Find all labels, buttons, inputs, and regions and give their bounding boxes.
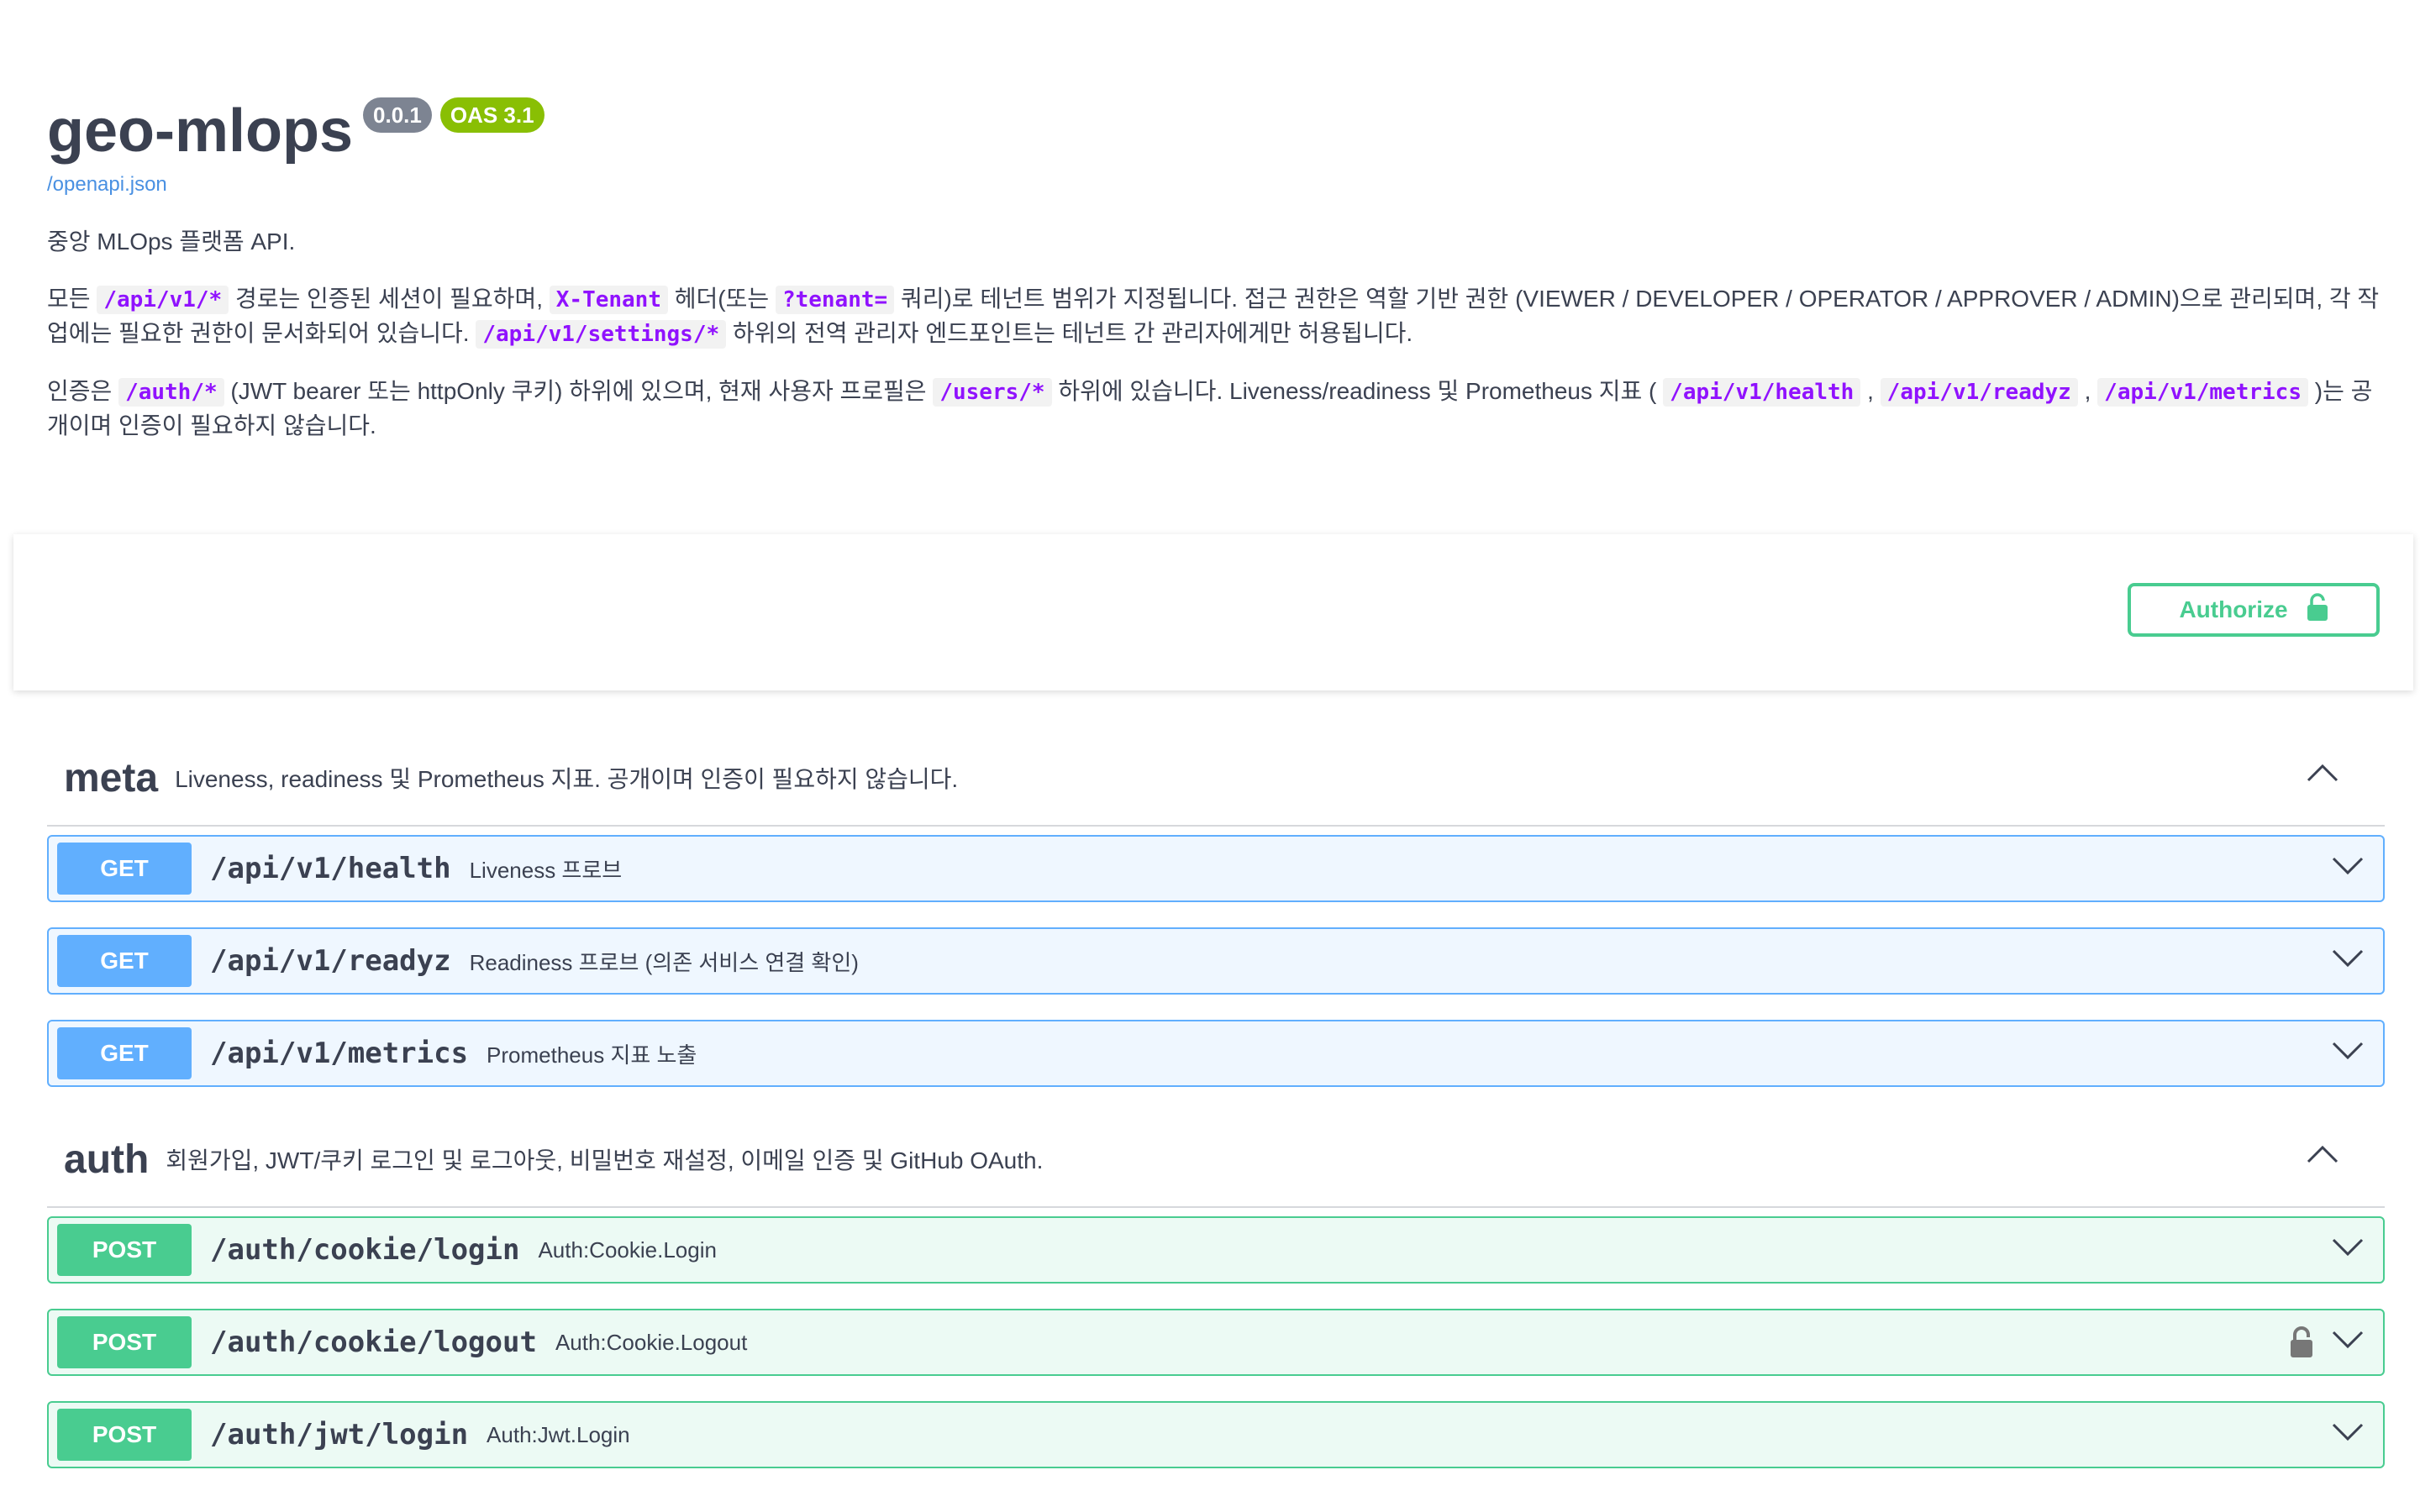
tag-name: meta: [64, 755, 159, 801]
chevron-down-icon[interactable]: [2331, 1329, 2365, 1353]
unlock-icon: [2307, 592, 2328, 627]
method-badge: POST: [57, 1409, 192, 1461]
chevron-down-icon[interactable]: [2331, 1421, 2365, 1446]
method-badge: GET: [57, 935, 192, 987]
tag-section-auth: auth 회원가입, JWT/쿠키 로그인 및 로그아웃, 비밀번호 재설정, 이…: [47, 1112, 2385, 1468]
operation-path: /auth/jwt/login: [210, 1418, 469, 1452]
operation-get-api-v1-health[interactable]: GET/api/v1/health Liveness 프로브: [47, 835, 2385, 902]
method-badge: POST: [57, 1316, 192, 1368]
operation-path: /api/v1/health: [210, 852, 451, 885]
title-row: geo-mlops 0.0.1 OAS 3.1: [47, 84, 2383, 161]
authorize-label: Authorize: [2179, 596, 2288, 622]
description-paragraph-2: 모든 /api/v1/* 경로는 인증된 세션이 필요하며, X-Tenant …: [47, 282, 2383, 351]
method-badge: POST: [57, 1224, 192, 1276]
inline-code: X-Tenant: [549, 286, 668, 314]
operation-path: /api/v1/metrics: [210, 1037, 469, 1070]
description-text: 하위의 전역 관리자 엔드포인트는 테넌트 간 관리자에게만 허용됩니다.: [726, 320, 1413, 346]
chevron-up-icon[interactable]: [2306, 1144, 2339, 1168]
lock-icon[interactable]: [2289, 1326, 2314, 1363]
operation-post-auth-cookie-logout[interactable]: POST/auth/cookie/logout Auth:Cookie.Logou…: [47, 1309, 2385, 1376]
description-text: ,: [1860, 378, 1881, 404]
tag-header-meta[interactable]: meta Liveness, readiness 및 Prometheus 지표.…: [47, 731, 2385, 827]
chevron-up-icon[interactable]: [2306, 763, 2339, 787]
swagger-page: geo-mlops 0.0.1 OAS 3.1 /openapi.json 중앙…: [0, 0, 2420, 1512]
inline-code: /api/v1/readyz: [1880, 378, 2078, 407]
description-text: 헤더(또는: [668, 286, 776, 312]
inline-code: /api/v1/settings/*: [476, 320, 727, 349]
operation-get-api-v1-metrics[interactable]: GET/api/v1/metrics Prometheus 지표 노출: [47, 1020, 2385, 1087]
badges: 0.0.1 OAS 3.1: [363, 97, 553, 133]
authorize-button[interactable]: Authorize: [2128, 583, 2380, 637]
openapi-spec-link[interactable]: /openapi.json: [47, 173, 2383, 197]
operation-path: /auth/cookie/logout: [210, 1326, 537, 1359]
description-text: 경로는 인증된 세션이 필요하며,: [229, 286, 550, 312]
inline-code: /api/v1/metrics: [2097, 378, 2308, 407]
operation-path: /api/v1/readyz: [210, 944, 451, 978]
description-text: 인증은: [47, 378, 119, 404]
scheme-container: Authorize: [13, 534, 2413, 690]
chevron-down-icon[interactable]: [2331, 1236, 2365, 1261]
operation-post-auth-jwt-login[interactable]: POST/auth/jwt/login Auth:Jwt.Login: [47, 1401, 2385, 1468]
chevron-down-icon[interactable]: [2331, 855, 2365, 879]
chevron-down-icon[interactable]: [2331, 1040, 2365, 1064]
operations: meta Liveness, readiness 및 Prometheus 지표.…: [47, 731, 2385, 1494]
tag-name: auth: [64, 1137, 150, 1182]
inline-code: /auth/*: [118, 378, 224, 407]
operation-summary: Auth:Jwt.Login: [487, 1421, 630, 1447]
operation-summary: Auth:Cookie.Logout: [555, 1329, 748, 1355]
operation-summary: Prometheus 지표 노출: [487, 1042, 697, 1068]
operation-path: /auth/cookie/login: [210, 1233, 520, 1267]
operation-summary: Liveness 프로브: [469, 857, 623, 883]
description-text: ,: [2077, 378, 2098, 404]
inline-code: /api/v1/*: [97, 286, 229, 314]
inline-code: /api/v1/health: [1663, 378, 1861, 407]
operation-summary: Readiness 프로브 (의존 서비스 연결 확인): [469, 949, 859, 975]
method-badge: GET: [57, 843, 192, 895]
api-description: 중앙 MLOps 플랫폼 API. 모든 /api/v1/* 경로는 인증된 세…: [47, 225, 2383, 443]
oas-badge: OAS 3.1: [439, 97, 544, 133]
description-paragraph-3: 인증은 /auth/* (JWT bearer 또는 httpOnly 쿠키) …: [47, 375, 2383, 443]
tag-description: Liveness, readiness 및 Prometheus 지표. 공개이…: [175, 766, 959, 792]
inline-code: ?tenant=: [775, 286, 895, 314]
tag-description: 회원가입, JWT/쿠키 로그인 및 로그아웃, 비밀번호 재설정, 이메일 인…: [166, 1147, 1044, 1173]
description-text: 하위에 있습니다. Liveness/readiness 및 Prometheu…: [1051, 378, 1664, 404]
inline-code: /users/*: [933, 378, 1052, 407]
tag-section-meta: meta Liveness, readiness 및 Prometheus 지표.…: [47, 731, 2385, 1087]
operation-get-api-v1-readyz[interactable]: GET/api/v1/readyz Readiness 프로브 (의존 서비스 연…: [47, 927, 2385, 995]
description-text: 모든: [47, 286, 97, 312]
api-info: geo-mlops 0.0.1 OAS 3.1 /openapi.json 중앙…: [47, 84, 2383, 466]
chevron-down-icon[interactable]: [2331, 948, 2365, 972]
description-text: (JWT bearer 또는 httpOnly 쿠키) 하위에 있으며, 현재 …: [224, 378, 934, 404]
operation-summary: Auth:Cookie.Login: [538, 1236, 717, 1263]
version-badge: 0.0.1: [363, 97, 432, 133]
description-paragraph-1: 중앙 MLOps 플랫폼 API.: [47, 228, 296, 255]
api-title: geo-mlops: [47, 97, 354, 165]
tag-header-auth[interactable]: auth 회원가입, JWT/쿠키 로그인 및 로그아웃, 비밀번호 재설정, 이…: [47, 1112, 2385, 1208]
operation-post-auth-cookie-login[interactable]: POST/auth/cookie/login Auth:Cookie.Login: [47, 1216, 2385, 1284]
method-badge: GET: [57, 1027, 192, 1079]
